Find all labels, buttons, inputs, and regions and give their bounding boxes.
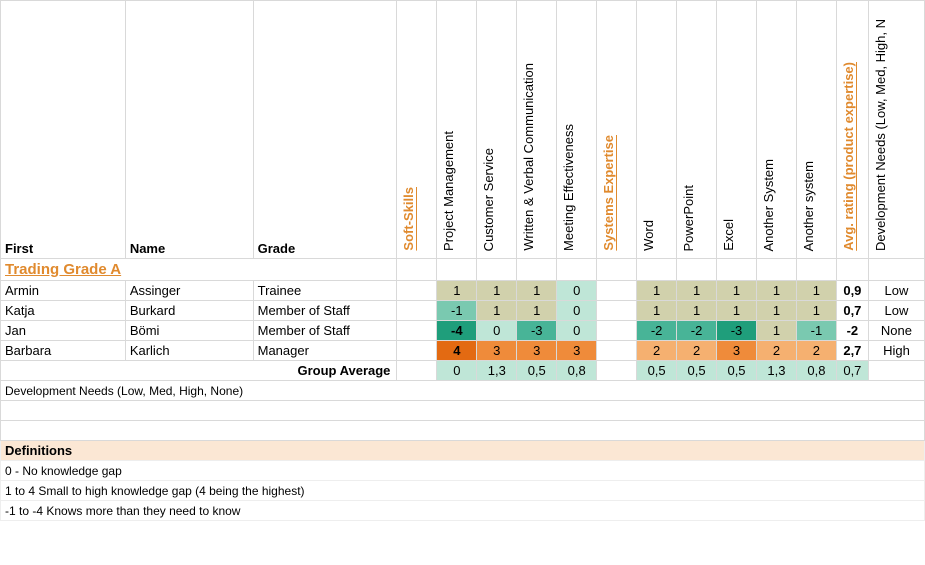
avg-skill[interactable]: 0 <box>437 361 477 381</box>
cell-skill[interactable]: -3 <box>517 321 557 341</box>
cell-sys[interactable]: 3 <box>717 341 757 361</box>
avg-skill[interactable]: 1,3 <box>477 361 517 381</box>
cell-sys[interactable]: 1 <box>677 301 717 321</box>
cell-sys[interactable]: 2 <box>756 341 796 361</box>
cell-skill[interactable]: 3 <box>557 341 597 361</box>
definitions-line: -1 to -4 Knows more than they need to kn… <box>1 501 925 521</box>
cell-skill[interactable]: -4 <box>437 321 477 341</box>
avg-skill[interactable]: 0,8 <box>557 361 597 381</box>
cell-skill[interactable]: 3 <box>477 341 517 361</box>
cell-dev[interactable]: None <box>868 321 924 341</box>
cell-sys[interactable]: -2 <box>637 321 677 341</box>
cell-first[interactable]: Barbara <box>1 341 126 361</box>
table-row: Armin Assinger Trainee 1 1 1 0 1 1 1 1 1… <box>1 281 925 301</box>
cell-dev[interactable]: Low <box>868 301 924 321</box>
header-sys-4: Another system <box>796 1 836 259</box>
cell-sys[interactable]: 1 <box>717 281 757 301</box>
header-skill-1: Customer Service <box>477 1 517 259</box>
group-average-row: Group Average 0 1,3 0,5 0,8 0,5 0,5 0,5 … <box>1 361 925 381</box>
cell-dev[interactable]: High <box>868 341 924 361</box>
avg-skill[interactable]: 0,5 <box>517 361 557 381</box>
cell-sys[interactable]: 1 <box>637 301 677 321</box>
cell-sys[interactable]: 1 <box>796 301 836 321</box>
header-sys-1: PowerPoint <box>677 1 717 259</box>
cell-sys[interactable]: -1 <box>796 321 836 341</box>
cell-sys[interactable]: 1 <box>717 301 757 321</box>
cell-skill[interactable]: 0 <box>557 301 597 321</box>
section-title: Trading Grade A <box>1 259 397 281</box>
avg-sys[interactable]: 0,5 <box>677 361 717 381</box>
cell-first[interactable]: Armin <box>1 281 126 301</box>
cell-skill[interactable]: 0 <box>557 281 597 301</box>
cell-skill[interactable]: 1 <box>517 301 557 321</box>
definitions-title: Definitions <box>1 441 925 461</box>
header-first: First <box>1 1 126 259</box>
cell-sys[interactable]: 1 <box>756 281 796 301</box>
cell-dev[interactable]: Low <box>868 281 924 301</box>
cell-sys[interactable]: 1 <box>796 281 836 301</box>
cell-skill[interactable]: 1 <box>477 281 517 301</box>
cell-avg[interactable]: 0,9 <box>836 281 868 301</box>
cell-name[interactable]: Burkard <box>125 301 253 321</box>
cell-sys[interactable]: -2 <box>677 321 717 341</box>
cell-skill[interactable]: 1 <box>437 281 477 301</box>
cell-skill[interactable]: 4 <box>437 341 477 361</box>
header-avg-rating: Avg. rating (product expertise) <box>836 1 868 259</box>
avg-sys[interactable]: 1,3 <box>756 361 796 381</box>
cell-skill[interactable]: 0 <box>477 321 517 341</box>
header-grade: Grade <box>253 1 397 259</box>
header-sys-3: Another System <box>756 1 796 259</box>
avg-sys[interactable]: 0,8 <box>796 361 836 381</box>
cell-name[interactable]: Assinger <box>125 281 253 301</box>
skills-matrix-table: First Name Grade Soft-Skills Project Man… <box>0 0 925 521</box>
cell-first[interactable]: Jan <box>1 321 126 341</box>
header-sys-0: Word <box>637 1 677 259</box>
table-row: Barbara Karlich Manager 4 3 3 3 2 2 3 2 … <box>1 341 925 361</box>
header-skill-3: Meeting Effectiveness <box>557 1 597 259</box>
cell-sys[interactable]: -3 <box>717 321 757 341</box>
definitions-line: 0 - No knowledge gap <box>1 461 925 481</box>
cell-first[interactable]: Katja <box>1 301 126 321</box>
cell-sys[interactable]: 1 <box>756 321 796 341</box>
avg-total[interactable]: 0,7 <box>836 361 868 381</box>
cell-skill[interactable]: 3 <box>517 341 557 361</box>
header-sys-2: Excel <box>717 1 757 259</box>
cell-grade[interactable]: Member of Staff <box>253 301 397 321</box>
cell-sys[interactable]: 2 <box>677 341 717 361</box>
cell-grade[interactable]: Member of Staff <box>253 321 397 341</box>
cell-name[interactable]: Bömi <box>125 321 253 341</box>
cell-sys[interactable]: 1 <box>756 301 796 321</box>
header-soft-skills: Soft-Skills <box>397 1 437 259</box>
table-row: Katja Burkard Member of Staff -1 1 1 0 1… <box>1 301 925 321</box>
header-dev-needs: Development Needs (Low, Med, High, N <box>868 1 924 259</box>
cell-skill[interactable]: -1 <box>437 301 477 321</box>
cell-sys[interactable]: 1 <box>677 281 717 301</box>
dev-needs-label-row: Development Needs (Low, Med, High, None) <box>1 381 925 401</box>
header-systems-expertise: Systems Expertise <box>597 1 637 259</box>
cell-skill[interactable]: 1 <box>517 281 557 301</box>
cell-avg[interactable]: 2,7 <box>836 341 868 361</box>
cell-avg[interactable]: 0,7 <box>836 301 868 321</box>
cell-skill[interactable]: 1 <box>477 301 517 321</box>
cell-skill[interactable]: 0 <box>557 321 597 341</box>
cell-sys[interactable]: 2 <box>637 341 677 361</box>
header-name: Name <box>125 1 253 259</box>
table-row: Jan Bömi Member of Staff -4 0 -3 0 -2 -2… <box>1 321 925 341</box>
avg-sys[interactable]: 0,5 <box>717 361 757 381</box>
header-skill-0: Project Management <box>437 1 477 259</box>
cell-grade[interactable]: Manager <box>253 341 397 361</box>
cell-grade[interactable]: Trainee <box>253 281 397 301</box>
definitions-line: 1 to 4 Small to high knowledge gap (4 be… <box>1 481 925 501</box>
cell-name[interactable]: Karlich <box>125 341 253 361</box>
avg-sys[interactable]: 0,5 <box>637 361 677 381</box>
cell-sys[interactable]: 1 <box>637 281 677 301</box>
group-average-label: Group Average <box>1 361 397 381</box>
header-skill-2: Written & Verbal Communication <box>517 1 557 259</box>
cell-sys[interactable]: 2 <box>796 341 836 361</box>
cell-avg[interactable]: -2 <box>836 321 868 341</box>
